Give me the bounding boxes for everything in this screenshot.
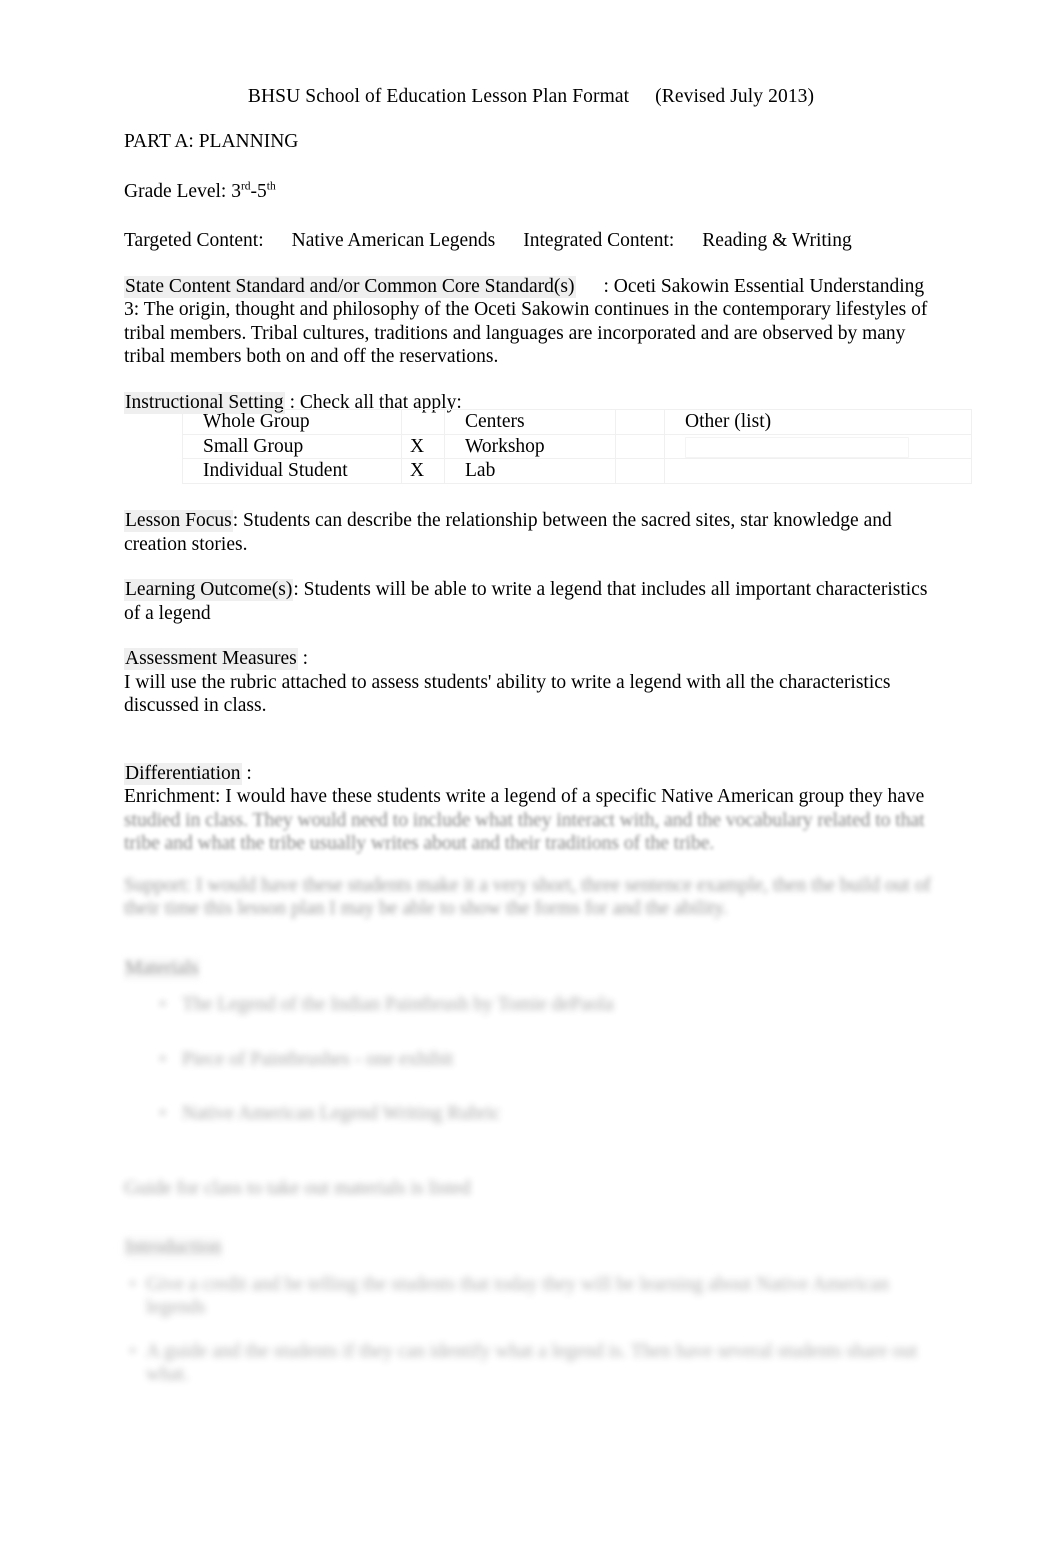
part-a-heading: PART A: PLANNING [124,131,299,152]
grade-level-dash: -5 [250,180,267,202]
document-page: BHSU School of Education Lesson Plan For… [0,0,1062,1561]
differentiation-colon: : [246,762,252,784]
setting-cell-individual-student[interactable]: Individual Student [182,458,402,484]
table-row: Small Group X Workshop [182,433,972,459]
lesson-focus-label: Lesson Focus [124,510,233,532]
state-standard-body: 3: The origin, thought and philosophy of… [124,299,928,367]
grade-level-sup-first: rd [240,180,251,192]
differentiation-support: Support: I would have these students mak… [124,874,931,920]
differentiation-label: Differentiation [124,762,242,785]
list-item: Give a credit and be telling the student… [130,1273,942,1320]
document-body: PART A: PLANNING Grade Level: 3rd-5th Ta… [124,130,942,414]
grade-level-line: Grade Level: 3rd-5th [124,180,942,204]
list-item: Native American Legend Writing Rubric [160,1102,942,1126]
differentiation-enrichment-rest: studied in class. They would need to inc… [124,809,925,855]
setting-cell-small-group[interactable]: Small Group [182,433,402,459]
setting-other-input-cell [664,433,972,459]
instructional-setting-table-wrap: Whole Group Centers Other (list) Small G… [182,409,972,497]
setting-mark-lab[interactable] [615,458,665,484]
differentiation-line: Differentiation : [124,762,942,786]
grade-level-label: Grade Level: 3 [124,180,241,202]
integrated-content-value: Reading & Writing [702,230,852,251]
state-standard-label: State Content Standard and/or Common Cor… [124,275,576,298]
setting-cell-centers[interactable]: Centers [444,409,616,435]
materials-note: Guide for class to take out materials is… [124,1177,471,1199]
setting-cell-workshop[interactable]: Workshop [444,433,616,459]
materials-label: Materials [124,957,200,980]
document-body-lower: Lesson Focus: Students can describe the … [124,509,942,1407]
list-item: A guide and the students if they can ide… [130,1340,942,1387]
setting-cell-other-blank [664,458,972,484]
setting-mark-small-group[interactable]: X [401,433,445,459]
setting-mark-workshop[interactable] [615,433,665,459]
introduction-heading: Introduction [124,1236,942,1260]
setting-mark-centers[interactable] [615,409,665,435]
grade-level-sup-second: th [266,180,276,192]
state-standard-value: : Oceti Sakowin Essential Understanding [603,275,925,297]
list-item: Piece of Paintbrushes - one exhibit [160,1048,942,1072]
setting-cell-whole-group[interactable]: Whole Group [182,409,402,435]
assessment-measures-line: Assessment Measures : [124,647,942,671]
content-row: Targeted Content: Native American Legends… [124,229,942,253]
other-list-input[interactable] [685,436,909,458]
introduction-label: Introduction [124,1237,223,1259]
introduction-list: Give a credit and be telling the student… [124,1273,942,1387]
instructional-setting-table: Whole Group Centers Other (list) Small G… [182,409,972,484]
state-standard-block: State Content Standard and/or Common Cor… [124,275,942,369]
setting-mark-individual-student[interactable]: X [401,458,445,484]
header-title: BHSU School of Education Lesson Plan For… [247,86,630,107]
materials-list: The Legend of the Indian Paintbrush by T… [124,993,942,1126]
lesson-focus-value: : Students can describe the relationship… [124,510,892,555]
setting-cell-other-label: Other (list) [664,409,972,435]
document-header: BHSU School of Education Lesson Plan For… [0,84,1062,110]
table-row: Whole Group Centers Other (list) [182,409,972,435]
header-revision: (Revised July 2013) [655,86,815,107]
assessment-measures-value: I will use the rubric attached to assess… [124,671,891,717]
table-row: Individual Student X Lab [182,458,972,484]
targeted-content-label: Targeted Content: [124,230,264,251]
learning-outcomes-label: Learning Outcome(s) [124,579,294,601]
setting-mark-whole-group[interactable] [401,409,445,435]
assessment-measures-label: Assessment Measures [124,648,298,670]
integrated-content-label: Integrated Content: [523,230,675,251]
differentiation-enrichment: Enrichment: I would have these students … [124,786,925,807]
materials-heading: Materials [124,957,942,981]
targeted-content-value: Native American Legends [291,230,496,251]
list-item: The Legend of the Indian Paintbrush by T… [160,993,942,1017]
lesson-focus-block: Lesson Focus: Students can describe the … [124,509,942,556]
assessment-measures-colon: : [302,648,308,669]
setting-cell-lab[interactable]: Lab [444,458,616,484]
learning-outcomes-block: Learning Outcome(s): Students will be ab… [124,578,942,625]
